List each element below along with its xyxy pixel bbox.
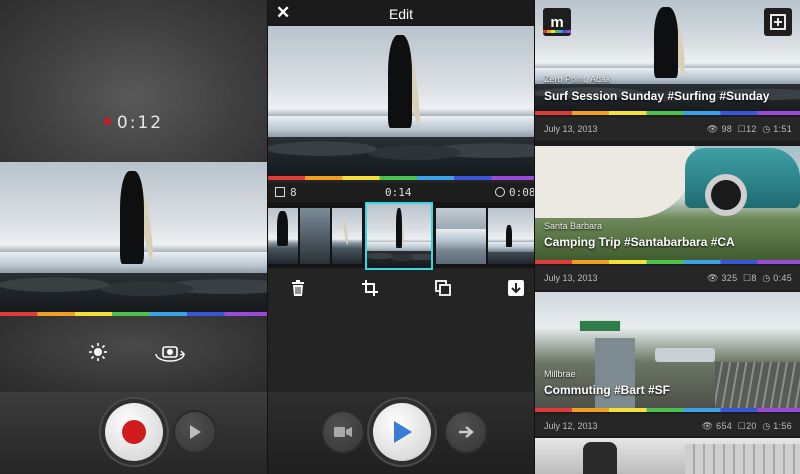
camera-button[interactable] [323,412,363,452]
timer-value: 0:12 [116,113,164,133]
duration: 0:08 [509,186,534,199]
record-icon [122,420,146,444]
add-button[interactable] [764,8,792,36]
camera-flip-icon[interactable] [154,342,186,362]
video-thumbnail [535,438,800,474]
card-date: July 13, 2013 [544,273,598,283]
card-meta: July 12, 2013 👁 654 ☐20 ◷ 1:56 [535,414,800,436]
camera-controls [0,316,267,392]
clip-icon: ☐ [737,421,747,431]
logo-rainbow [543,30,571,33]
card-stats: 👁 98 ☐12 ◷ 1:51 [707,124,792,135]
card-date: July 13, 2013 [544,124,598,134]
card-location: Millbrae [544,369,576,379]
view-count: 325 [721,273,738,283]
feed-card[interactable]: Santa Barbara Camping Trip #Santabarbara… [535,146,800,292]
card-stats: 👁 325 ☐8 ◷ 0:45 [707,273,792,284]
clock-icon: ◷ [762,124,771,134]
card-rainbow [535,111,800,115]
card-rainbow [535,260,800,264]
view-count: 654 [716,421,733,431]
clip-count: 12 [746,124,757,134]
editor-header: ✕ Edit [268,0,534,26]
clip-icon: ☐ [737,124,747,134]
card-caption[interactable]: Camping Trip #Santabarbara #CA [544,235,735,249]
card-rainbow [535,408,800,412]
eye-icon: 👁 [701,421,714,431]
recording-dot [103,117,111,125]
play-icon [394,421,412,443]
feed-screen: m Zero Point, Adak Surf Session Sunday #… [535,0,800,474]
page-title: Edit [388,6,414,22]
record-button[interactable] [105,403,163,461]
feed-card[interactable]: m Zero Point, Adak Surf Session Sunday #… [535,0,800,142]
clip-thumbnail[interactable] [300,208,330,264]
card-date: July 12, 2013 [544,421,598,431]
clip-thumbnail[interactable] [332,208,362,264]
view-count: 98 [721,124,733,134]
card-location: Santa Barbara [544,221,603,231]
editor-screen: ✕ Edit 8 0:14 0:08 [268,0,534,474]
clip-thumbnail[interactable] [436,208,486,264]
feed-card[interactable]: Millbrae Commuting #Bart #SF July 12, 20… [535,292,800,436]
play-button[interactable] [175,412,215,452]
clip-count: 8 [290,186,297,199]
add-icon [770,14,786,30]
duration: 1:51 [773,124,792,134]
brightness-icon[interactable] [88,342,108,362]
trash-icon[interactable] [288,280,308,300]
clip-thumbnail[interactable] [488,208,534,264]
clip-count-icon [275,187,285,197]
crop-icon[interactable] [360,280,380,300]
clip-count: 20 [746,421,757,431]
app-logo-icon: m [550,13,564,31]
clock-icon [495,187,505,197]
card-caption[interactable]: Surf Session Sunday #Surfing #Sunday [544,89,769,103]
camera-preview [0,162,267,312]
edit-toolbar [268,280,534,304]
next-button[interactable] [446,412,486,452]
play-button[interactable] [373,403,431,461]
card-meta: July 13, 2013 👁 98 ☐12 ◷ 1:51 [535,117,800,141]
editor-playbar [268,392,534,474]
recording-timer: 0:12 [0,113,267,133]
download-icon[interactable] [506,280,526,300]
feed-card[interactable] [535,438,800,474]
clip-filmstrip [268,202,534,268]
clock-icon: ◷ [762,421,771,431]
duplicate-icon[interactable] [433,280,453,300]
clip-count: 8 [751,273,757,283]
timeline-rainbow-bar [268,176,534,180]
duration: 1:56 [773,421,792,431]
card-caption[interactable]: Commuting #Bart #SF [544,383,670,397]
clip-thumbnail[interactable] [268,208,298,264]
eye-icon: 👁 [706,124,719,134]
card-stats: 👁 654 ☐20 ◷ 1:56 [702,421,792,432]
record-bar [0,392,267,474]
play-icon [190,425,201,439]
arrow-right-icon [459,426,474,438]
video-preview [268,26,534,176]
video-camera-icon [334,427,352,437]
eye-icon: 👁 [706,273,719,283]
camera-viewfinder-dim: 0:12 [0,0,267,162]
timecode: 0:14 [385,186,412,199]
clip-thumbnail-selected[interactable] [367,204,431,268]
card-location: Zero Point, Adak [544,74,611,84]
recorder-screen: 0:12 [0,0,267,474]
clock-icon: ◷ [762,273,771,283]
duration: 0:45 [773,273,792,283]
clip-info-bar: 8 0:14 0:08 [268,183,534,202]
card-meta: July 13, 2013 👁 325 ☐8 ◷ 0:45 [535,266,800,290]
